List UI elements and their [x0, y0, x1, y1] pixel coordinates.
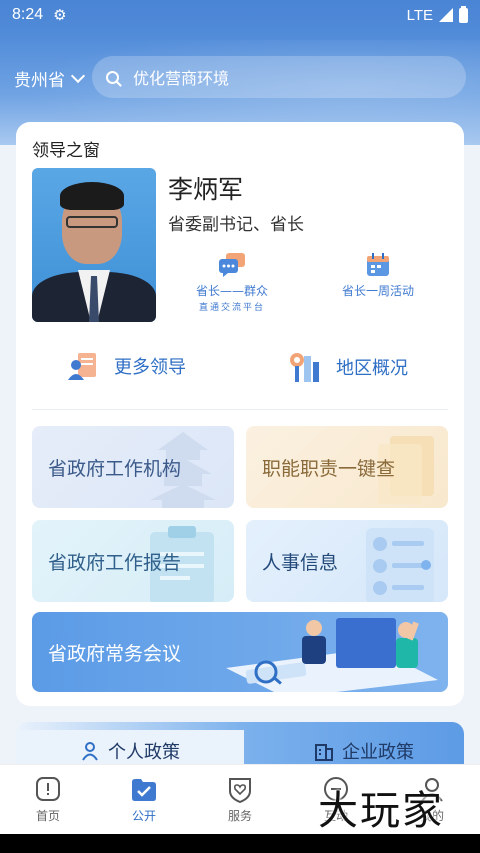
- system-nav-bar: [0, 834, 480, 853]
- leader-photo[interactable]: [32, 168, 156, 322]
- more-leaders-link[interactable]: 更多领导: [66, 350, 186, 382]
- heart-shield-icon: [229, 778, 251, 803]
- search-placeholder: 优化营商环境: [133, 69, 230, 88]
- gov-executive-meeting-tile[interactable]: 省政府常务会议: [32, 612, 448, 692]
- person-icon: [82, 742, 98, 761]
- region-selector[interactable]: 贵州省: [14, 66, 86, 91]
- nav-public[interactable]: 公开: [96, 765, 192, 834]
- governor-public-platform-button[interactable]: 省长——群众 直通交流平台: [196, 252, 268, 313]
- watermark: 大玩家: [318, 788, 444, 834]
- network-label: LTE: [406, 6, 433, 24]
- building-icon: [315, 744, 333, 761]
- search-icon: [106, 70, 119, 84]
- status-right: LTE: [406, 5, 468, 24]
- section-title: 领导之窗: [32, 141, 100, 161]
- nav-home[interactable]: 首页: [0, 765, 96, 834]
- gov-work-report-tile[interactable]: 省政府工作报告: [32, 520, 234, 602]
- divider: [32, 409, 448, 410]
- gear-icon: ⚙: [53, 6, 67, 24]
- gov-institutions-tile[interactable]: 省政府工作机构: [32, 426, 234, 508]
- chevron-down-icon: [70, 68, 86, 84]
- status-time: 8:24: [12, 6, 44, 23]
- profile-list-icon: [366, 528, 434, 602]
- chat-bubbles-icon: [219, 253, 245, 277]
- nav-label: 首页: [35, 809, 60, 823]
- action-sublabel: 直通交流平台: [199, 303, 266, 313]
- battery-icon: [459, 5, 468, 23]
- folder-check-icon: [132, 779, 156, 801]
- nav-label: 服务: [227, 809, 252, 823]
- tab-label: 个人政策: [108, 742, 180, 763]
- region-overview-link[interactable]: 地区概况: [288, 350, 408, 384]
- people-card-icon: [68, 353, 96, 380]
- leader-title: 省委副书记、省长: [168, 215, 304, 235]
- tile-label: 人事信息: [262, 551, 339, 574]
- region-label: 贵州省: [14, 71, 65, 91]
- action-label: 省长一周活动: [342, 284, 415, 298]
- status-bar: 8:24 ⚙ LTE: [0, 0, 480, 30]
- nav-service[interactable]: 服务: [192, 765, 288, 834]
- tile-label: 省政府工作报告: [48, 551, 182, 574]
- governor-weekly-activity-button[interactable]: 省长一周活动: [342, 252, 414, 299]
- tile-label: 职能职责一键查: [262, 457, 396, 480]
- leaders-card: 领导之窗 李炳军 省委副书记、省长 省长——群众 直通交流平台 省长一周活动 更…: [16, 122, 464, 706]
- search-input[interactable]: 优化营商环境: [92, 56, 466, 98]
- tile-label: 省政府常务会议: [48, 642, 182, 665]
- tile-label: 省政府工作机构: [48, 457, 182, 480]
- action-label: 省长——群众: [196, 284, 269, 298]
- meeting-illustration-icon: [226, 618, 438, 692]
- region-overview-label: 地区概况: [336, 358, 408, 379]
- signal-icon: [439, 8, 453, 22]
- home-icon: [36, 777, 60, 801]
- map-pin-building-icon: [290, 353, 319, 382]
- leader-name[interactable]: 李炳军: [168, 170, 243, 206]
- nav-label: 公开: [131, 809, 156, 823]
- tab-label: 企业政策: [342, 742, 414, 763]
- personnel-info-tile[interactable]: 人事信息: [246, 520, 448, 602]
- duties-lookup-tile[interactable]: 职能职责一键查: [246, 426, 448, 508]
- more-leaders-label: 更多领导: [114, 357, 186, 378]
- calendar-icon: [367, 253, 389, 276]
